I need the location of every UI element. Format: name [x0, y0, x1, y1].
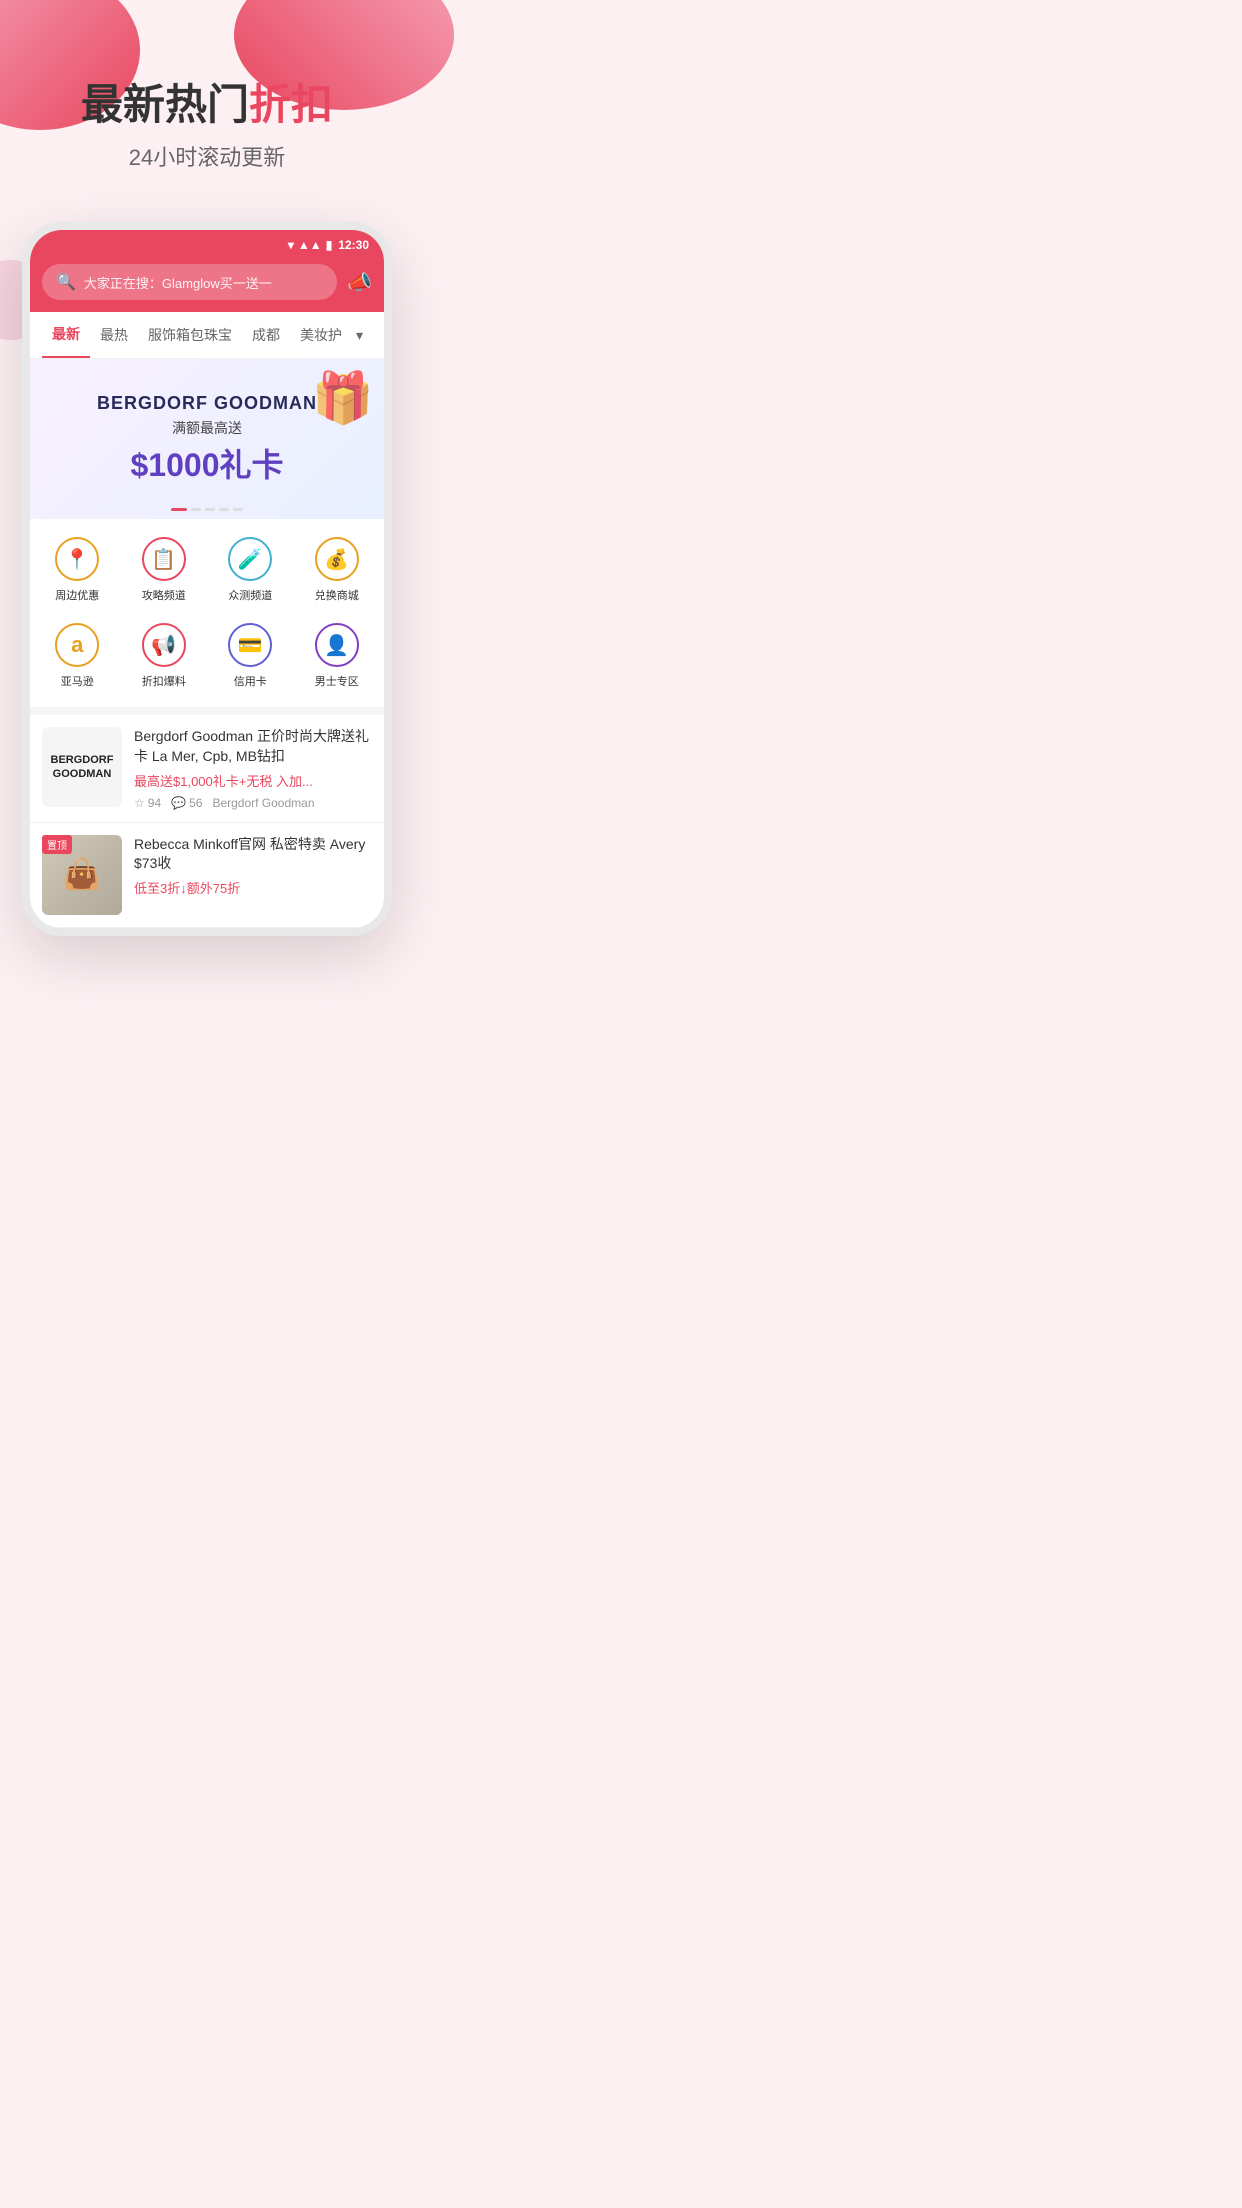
banner-dot-5 — [233, 508, 243, 511]
test-label: 众测频道 — [228, 587, 272, 603]
banner-subtitle: 满额最高送 — [97, 418, 317, 438]
banner-brand: BERGDORF GOODMAN — [97, 393, 317, 414]
guide-label: 攻略频道 — [142, 587, 186, 603]
star-icon: ☆ — [134, 796, 145, 810]
exchange-label: 兑换商城 — [315, 587, 359, 603]
search-icon: 🔍 — [56, 272, 76, 292]
hero-title: 最新热门折扣 — [20, 80, 394, 130]
article-subtitle-rebecca: 低至3折↓额外75折 — [134, 878, 372, 897]
battery-icon: ▮ — [326, 238, 333, 252]
men-label: 男士专区 — [315, 673, 359, 689]
icon-exchange[interactable]: 💰 兑换商城 — [298, 531, 377, 609]
amazon-label: 亚马逊 — [61, 673, 94, 689]
banner-dot-3 — [205, 508, 215, 511]
credit-label: 信用卡 — [234, 673, 267, 689]
pinned-badge: 置顶 — [42, 835, 72, 854]
deals-icon: 📢 — [142, 623, 186, 667]
men-icon: 👤 — [315, 623, 359, 667]
article-meta-bergdorf: ☆ 94 💬 56 Bergdorf Goodman — [134, 796, 372, 810]
nav-dropdown[interactable]: ▾ — [356, 327, 363, 344]
wifi-icon: ▾ — [288, 238, 294, 252]
icon-credit[interactable]: 💳 信用卡 — [211, 617, 290, 695]
article-image-bergdorf: BERGDORFGOODMAN — [42, 727, 122, 807]
announce-icon[interactable]: 📣 — [347, 270, 372, 295]
icon-nearby[interactable]: 📍 周边优惠 — [38, 531, 117, 609]
source-name: Bergdorf Goodman — [212, 796, 314, 810]
article-content-bergdorf: Bergdorf Goodman 正价时尚大牌送礼卡 La Mer, Cpb, … — [134, 727, 372, 809]
article-subtitle-bergdorf: 最高送$1,000礼卡+无税 入加... — [134, 771, 372, 790]
phone-mockup: ▾ ▲▲ ▮ 12:30 🔍 大家正在搜：Glamglow买一送一 📣 最新 最… — [22, 222, 392, 935]
stars-count: ☆ 94 — [134, 796, 161, 810]
deals-label: 折扣爆料 — [142, 673, 186, 689]
section-divider — [30, 707, 384, 715]
search-container: 🔍 大家正在搜：Glamglow买一送一 📣 — [30, 256, 384, 312]
nearby-icon: 📍 — [55, 537, 99, 581]
icon-guide[interactable]: 📋 攻略频道 — [125, 531, 204, 609]
tab-fashion[interactable]: 服饰箱包珠宝 — [138, 313, 242, 357]
signal-icon: ▲▲ — [298, 238, 322, 252]
icon-amazon[interactable]: a 亚马逊 — [38, 617, 117, 695]
article-title-bergdorf: Bergdorf Goodman 正价时尚大牌送礼卡 La Mer, Cpb, … — [134, 727, 372, 766]
banner[interactable]: BERGDORF GOODMAN 满额最高送 $1000礼卡 🎁 — [30, 359, 384, 519]
guide-icon: 📋 — [142, 537, 186, 581]
tab-hot[interactable]: 最热 — [90, 313, 138, 357]
tab-beauty[interactable]: 美妆护 — [290, 313, 352, 357]
search-text: 大家正在搜：Glamglow买一送一 — [84, 273, 272, 292]
credit-icon: 💳 — [228, 623, 272, 667]
tab-city[interactable]: 成都 — [242, 313, 290, 357]
hero-title-highlight: 折扣 — [249, 81, 333, 128]
banner-dot-2 — [191, 508, 201, 511]
article-bergdorf[interactable]: BERGDORFGOODMAN Bergdorf Goodman 正价时尚大牌送… — [30, 715, 384, 822]
status-bar: ▾ ▲▲ ▮ 12:30 — [30, 230, 384, 256]
banner-dots — [171, 508, 243, 511]
amazon-icon: a — [55, 623, 99, 667]
nearby-label: 周边优惠 — [55, 587, 99, 603]
hero-section: 最新热门折扣 24小时滚动更新 — [0, 0, 414, 202]
exchange-icon: 💰 — [315, 537, 359, 581]
status-icons: ▾ ▲▲ ▮ — [288, 238, 332, 252]
icon-grid: 📍 周边优惠 📋 攻略频道 🧪 众测频道 💰 兑换商城 a 亚马逊 📢 — [30, 519, 384, 707]
icon-deals[interactable]: 📢 折扣爆料 — [125, 617, 204, 695]
banner-decoration: 🎁 — [312, 369, 374, 428]
article-image-wrapper-rebecca: 👜 置顶 — [42, 835, 122, 915]
article-rebecca[interactable]: 👜 置顶 Rebecca Minkoff官网 私密特卖 Avery $73收 低… — [30, 823, 384, 928]
nav-tabs: 最新 最热 服饰箱包珠宝 成都 美妆护 ▾ — [30, 312, 384, 359]
comments-count: 💬 56 — [171, 796, 202, 810]
comment-icon: 💬 — [171, 796, 186, 810]
article-title-rebecca: Rebecca Minkoff官网 私密特卖 Avery $73收 — [134, 835, 372, 874]
banner-content: BERGDORF GOODMAN 满额最高送 $1000礼卡 — [97, 393, 317, 486]
phone-container: ▾ ▲▲ ▮ 12:30 🔍 大家正在搜：Glamglow买一送一 📣 最新 最… — [0, 222, 414, 935]
hero-title-main: 最新热门 — [81, 81, 249, 128]
tab-latest[interactable]: 最新 — [42, 312, 90, 358]
article-content-rebecca: Rebecca Minkoff官网 私密特卖 Avery $73收 低至3折↓额… — [134, 835, 372, 915]
banner-amount: $1000礼卡 — [97, 440, 317, 486]
search-bar[interactable]: 🔍 大家正在搜：Glamglow买一送一 — [42, 264, 337, 300]
test-icon: 🧪 — [228, 537, 272, 581]
time-display: 12:30 — [338, 238, 369, 252]
hero-subtitle: 24小时滚动更新 — [20, 140, 394, 172]
bergdorf-brand-text: BERGDORFGOODMAN — [51, 753, 114, 782]
banner-dot-1 — [171, 508, 187, 511]
icon-test[interactable]: 🧪 众测频道 — [211, 531, 290, 609]
banner-dot-4 — [219, 508, 229, 511]
icon-men[interactable]: 👤 男士专区 — [298, 617, 377, 695]
